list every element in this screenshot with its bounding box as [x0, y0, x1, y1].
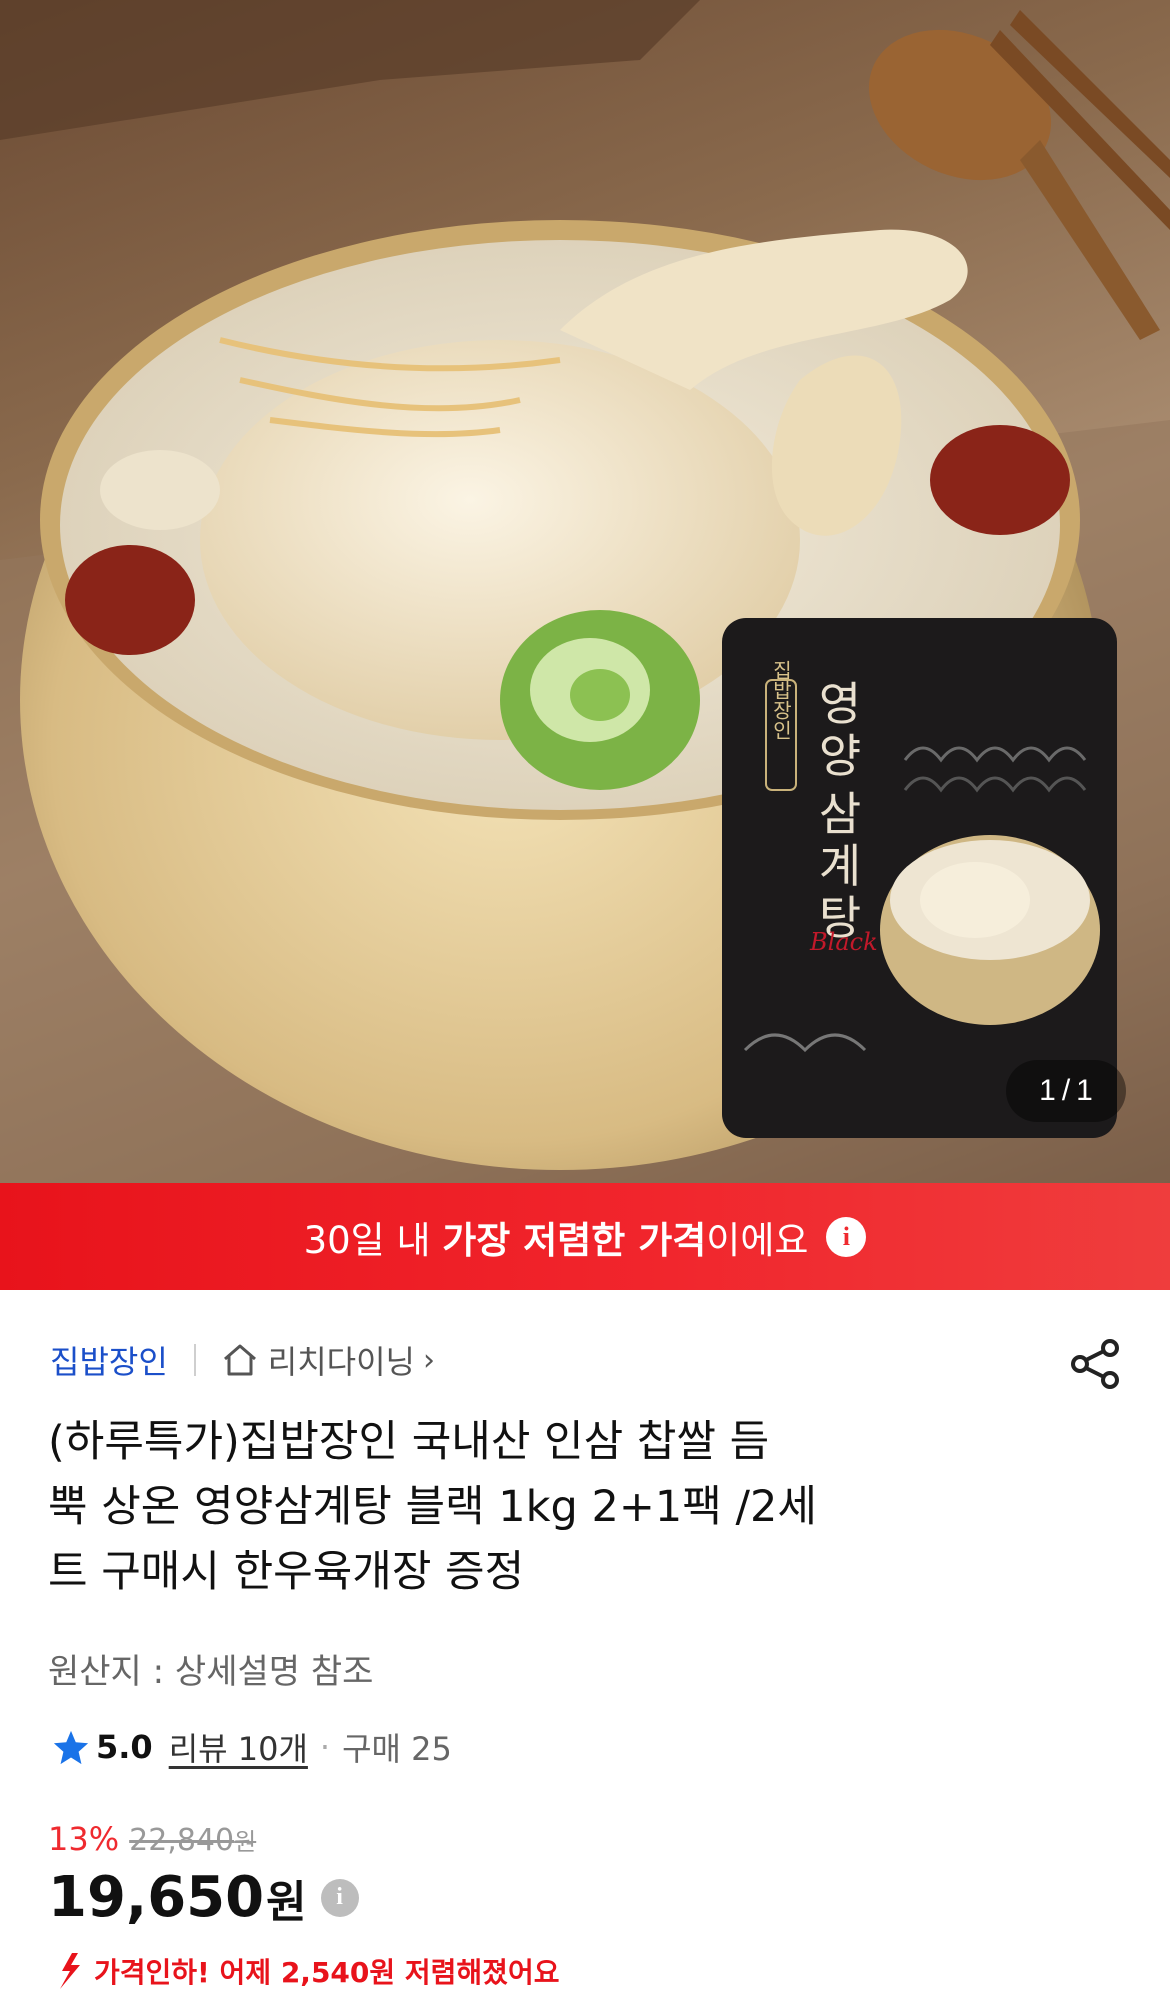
- rating-row: 5.0 리뷰 10개 · 구매 25: [52, 1722, 452, 1772]
- lowest-price-banner[interactable]: 30일 내 가장 저렴한 가격 이에요 i: [0, 1183, 1170, 1290]
- price-row: 19,650 원 i: [48, 1865, 359, 1930]
- banner-highlight: 가장 저렴한 가격: [442, 1218, 707, 1262]
- discount-rate: 13%: [48, 1820, 120, 1858]
- sale-price-unit: 원: [266, 1876, 307, 1928]
- price-drop-text: 가격인하! 어제 2,540원 저렴해졌어요: [94, 1955, 560, 1989]
- svg-text:양: 양: [819, 729, 861, 783]
- pager-current: 1: [1039, 1074, 1056, 1107]
- pager-separator: /: [1061, 1074, 1071, 1107]
- price-drop-notice: 가격인하! 어제 2,540원 저렴해졌어요: [48, 1948, 559, 1993]
- dot-separator: ·: [319, 1728, 331, 1766]
- rating-score: 5.0: [96, 1728, 153, 1766]
- original-price-unit: 원: [234, 1828, 257, 1856]
- info-icon[interactable]: i: [826, 1216, 867, 1257]
- image-pager: 1 / 1: [1006, 1060, 1126, 1122]
- product-photo: 집밥장인 영 양 삼 계 탕 Black: [0, 0, 1170, 1183]
- price-info-icon[interactable]: i: [320, 1878, 359, 1917]
- svg-text:Black: Black: [809, 928, 878, 956]
- store-row: 집밥장인 리치다이닝 ›: [50, 1335, 435, 1385]
- banner-suffix: 이에요: [706, 1218, 809, 1262]
- title-line: 트 구매시 한우육개장 증정: [48, 1547, 525, 1597]
- share-icon[interactable]: [1066, 1334, 1126, 1394]
- chevron-right-icon: ›: [422, 1342, 435, 1378]
- shop-name: 리치다이닝: [267, 1343, 415, 1381]
- product-title: (하루특가)집밥장인 국내산 인삼 찹쌀 듬 뿍 상온 영양삼계탕 블랙 1kg…: [48, 1410, 1078, 1605]
- origin-text: 원산지 : 상세설명 참조: [48, 1652, 374, 1692]
- svg-text:계: 계: [819, 839, 861, 893]
- original-price: 22,840: [129, 1823, 235, 1858]
- shop-link[interactable]: 리치다이닝 ›: [220, 1337, 435, 1383]
- product-image-gallery[interactable]: 집밥장인 영 양 삼 계 탕 Black 1 / 1: [0, 0, 1170, 1183]
- svg-text:영: 영: [819, 677, 861, 731]
- review-link[interactable]: 리뷰 10개: [169, 1724, 308, 1770]
- purchase-count: 구매 25: [342, 1730, 452, 1768]
- sale-price: 19,650: [48, 1865, 265, 1930]
- pager-total: 1: [1076, 1074, 1093, 1107]
- star-icon: [53, 1730, 89, 1765]
- svg-text:삼: 삼: [819, 787, 861, 841]
- discount-row: 13% 22,840 원: [48, 1820, 256, 1858]
- title-line: (하루특가)집밥장인 국내산 인삼 찹쌀 듬: [48, 1417, 770, 1467]
- title-line: 뿍 상온 영양삼계탕 블랙 1kg 2+1팩 /2세: [48, 1482, 817, 1532]
- price-down-icon: [60, 1952, 80, 1989]
- home-icon: [223, 1344, 256, 1376]
- svg-text:집밥장인: 집밥장인: [769, 660, 793, 740]
- brand-link[interactable]: 집밥장인: [50, 1337, 168, 1383]
- divider: [193, 1344, 196, 1376]
- banner-prefix: 30일 내: [303, 1218, 443, 1262]
